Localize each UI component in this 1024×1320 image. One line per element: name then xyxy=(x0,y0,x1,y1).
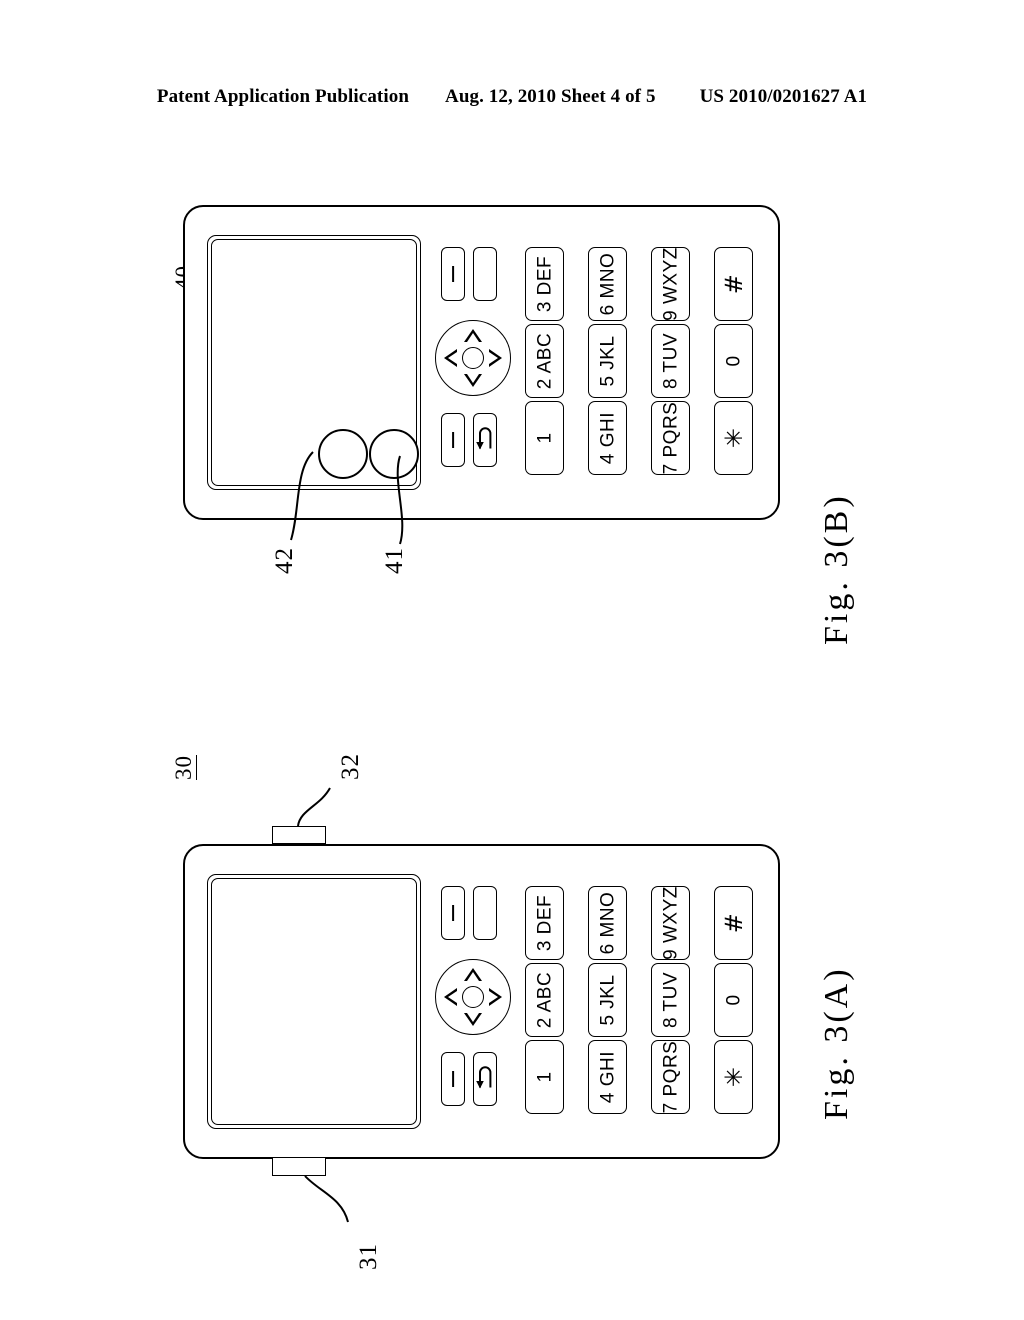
key-star-label: ✳ xyxy=(719,427,748,449)
key-7[interactable]: 7 PQRS xyxy=(651,401,690,475)
key-4[interactable]: 4 GHI xyxy=(588,401,627,475)
dash-icon xyxy=(452,905,454,921)
key-0-label: 0 xyxy=(723,355,744,367)
softkey-bottom-right[interactable] xyxy=(473,413,497,467)
dpad-up-icon[interactable] xyxy=(464,329,482,342)
key-3-label: 3 DEF xyxy=(534,255,555,313)
key-7[interactable]: 7 PQRS xyxy=(651,1040,690,1114)
dpad-up-icon[interactable] xyxy=(464,968,482,981)
page-header: Patent Application Publication Aug. 12, … xyxy=(0,86,1024,116)
dpad-right-icon[interactable] xyxy=(489,988,502,1006)
key-4[interactable]: 4 GHI xyxy=(588,1040,627,1114)
patent-number: US 2010/0201627 A1 xyxy=(699,86,868,107)
key-7-label: 7 PQRS xyxy=(660,401,681,475)
key-3-label: 3 DEF xyxy=(534,894,555,952)
key-star[interactable]: ✳ xyxy=(714,1040,753,1114)
softkey-top-right[interactable] xyxy=(473,247,497,301)
handset-body-30: 1 2 ABC 3 DEF 4 GHI 5 JKL 6 MNO 7 PQRS 8… xyxy=(183,844,780,1159)
dpad-down-icon[interactable] xyxy=(464,374,482,387)
softkey-bottom-left[interactable] xyxy=(441,1052,465,1106)
key-star-label: ✳ xyxy=(719,1066,748,1088)
key-2[interactable]: 2 ABC xyxy=(525,324,564,398)
key-8[interactable]: 8 TUV xyxy=(651,963,690,1037)
key-5[interactable]: 5 JKL xyxy=(588,324,627,398)
key-1[interactable]: 1 xyxy=(525,1040,564,1114)
key-6-label: 6 MNO xyxy=(597,252,618,316)
key-8-label: 8 TUV xyxy=(660,971,681,1029)
key-3[interactable]: 3 DEF xyxy=(525,247,564,321)
key-1-label: 1 xyxy=(534,432,555,444)
key-0[interactable]: 0 xyxy=(714,963,753,1037)
ref-numeral-41: 41 xyxy=(381,547,408,574)
keypad: 1 2 ABC 3 DEF 4 GHI 5 JKL 6 MNO 7 PQRS 8… xyxy=(525,882,757,1118)
key-9[interactable]: 9 WXYZ xyxy=(651,886,690,960)
figure-3b: 40 Fig. 3(B) xyxy=(0,140,1024,645)
navigation-pad[interactable] xyxy=(435,320,511,396)
key-0-label: 0 xyxy=(723,994,744,1006)
dpad-left-icon[interactable] xyxy=(444,988,457,1006)
figure-3b-caption: Fig. 3(B) xyxy=(818,493,855,645)
key-8-label: 8 TUV xyxy=(660,332,681,390)
navigation-pad[interactable] xyxy=(435,959,511,1035)
key-4-label: 4 GHI xyxy=(597,411,618,465)
key-hash[interactable]: # xyxy=(714,886,753,960)
key-8[interactable]: 8 TUV xyxy=(651,324,690,398)
softkey-bottom-right[interactable] xyxy=(473,1052,497,1106)
key-hash-label: # xyxy=(719,273,748,295)
dpad-center-button[interactable] xyxy=(462,986,484,1008)
key-2-label: 2 ABC xyxy=(534,971,555,1029)
dpad-center-button[interactable] xyxy=(462,347,484,369)
key-4-label: 4 GHI xyxy=(597,1050,618,1104)
connector-tab-32 xyxy=(272,826,326,844)
key-5-label: 5 JKL xyxy=(597,335,618,387)
ref-numeral-32: 32 xyxy=(337,753,364,780)
publication-title: Patent Application Publication xyxy=(156,86,410,107)
ref-numeral-31: 31 xyxy=(355,1243,382,1270)
key-5[interactable]: 5 JKL xyxy=(588,963,627,1037)
back-arrow-icon xyxy=(474,1064,496,1095)
dpad-down-icon[interactable] xyxy=(464,1013,482,1026)
dpad-right-icon[interactable] xyxy=(489,349,502,367)
dash-icon xyxy=(452,1071,454,1087)
ref-numeral-42: 42 xyxy=(271,547,298,574)
softkey-bottom-left[interactable] xyxy=(441,413,465,467)
softkey-top-left[interactable] xyxy=(441,247,465,301)
key-9[interactable]: 9 WXYZ xyxy=(651,247,690,321)
softkey-top-right[interactable] xyxy=(473,886,497,940)
figure-3a-caption: Fig. 3(A) xyxy=(818,966,855,1120)
screen-circle-41 xyxy=(369,429,419,479)
figure-3a-device-ref: 30 xyxy=(171,755,197,780)
back-arrow-icon xyxy=(474,425,496,456)
dpad-left-icon[interactable] xyxy=(444,349,457,367)
key-3[interactable]: 3 DEF xyxy=(525,886,564,960)
dash-icon xyxy=(452,432,454,448)
key-7-label: 7 PQRS xyxy=(660,1040,681,1114)
key-star[interactable]: ✳ xyxy=(714,401,753,475)
key-hash[interactable]: # xyxy=(714,247,753,321)
key-1-label: 1 xyxy=(534,1071,555,1083)
key-hash-label: # xyxy=(719,912,748,934)
key-0[interactable]: 0 xyxy=(714,324,753,398)
publication-date-sheet: Aug. 12, 2010 Sheet 4 of 5 xyxy=(445,86,656,107)
key-6[interactable]: 6 MNO xyxy=(588,886,627,960)
display-screen xyxy=(207,874,421,1129)
connector-tab-31 xyxy=(272,1158,326,1176)
display-screen-inner-bezel xyxy=(211,878,417,1125)
softkey-top-left[interactable] xyxy=(441,886,465,940)
key-2-label: 2 ABC xyxy=(534,332,555,390)
key-1[interactable]: 1 xyxy=(525,401,564,475)
key-9-label: 9 WXYZ xyxy=(660,247,681,321)
screen-circle-42 xyxy=(318,429,368,479)
key-6-label: 6 MNO xyxy=(597,891,618,955)
key-2[interactable]: 2 ABC xyxy=(525,963,564,1037)
dash-icon xyxy=(452,266,454,282)
figure-3a: 30 Fig. 3(A) 1 2 ABC 3 DEF 4 GHI 5 JKL 6… xyxy=(0,740,1024,1300)
keypad: 1 2 ABC 3 DEF 4 GHI 5 JKL 6 MNO 7 PQRS 8… xyxy=(525,243,757,479)
key-5-label: 5 JKL xyxy=(597,974,618,1026)
key-6[interactable]: 6 MNO xyxy=(588,247,627,321)
key-9-label: 9 WXYZ xyxy=(660,886,681,960)
handset-body-40: 1 2 ABC 3 DEF 4 GHI 5 JKL 6 MNO 7 PQRS 8… xyxy=(183,205,780,520)
